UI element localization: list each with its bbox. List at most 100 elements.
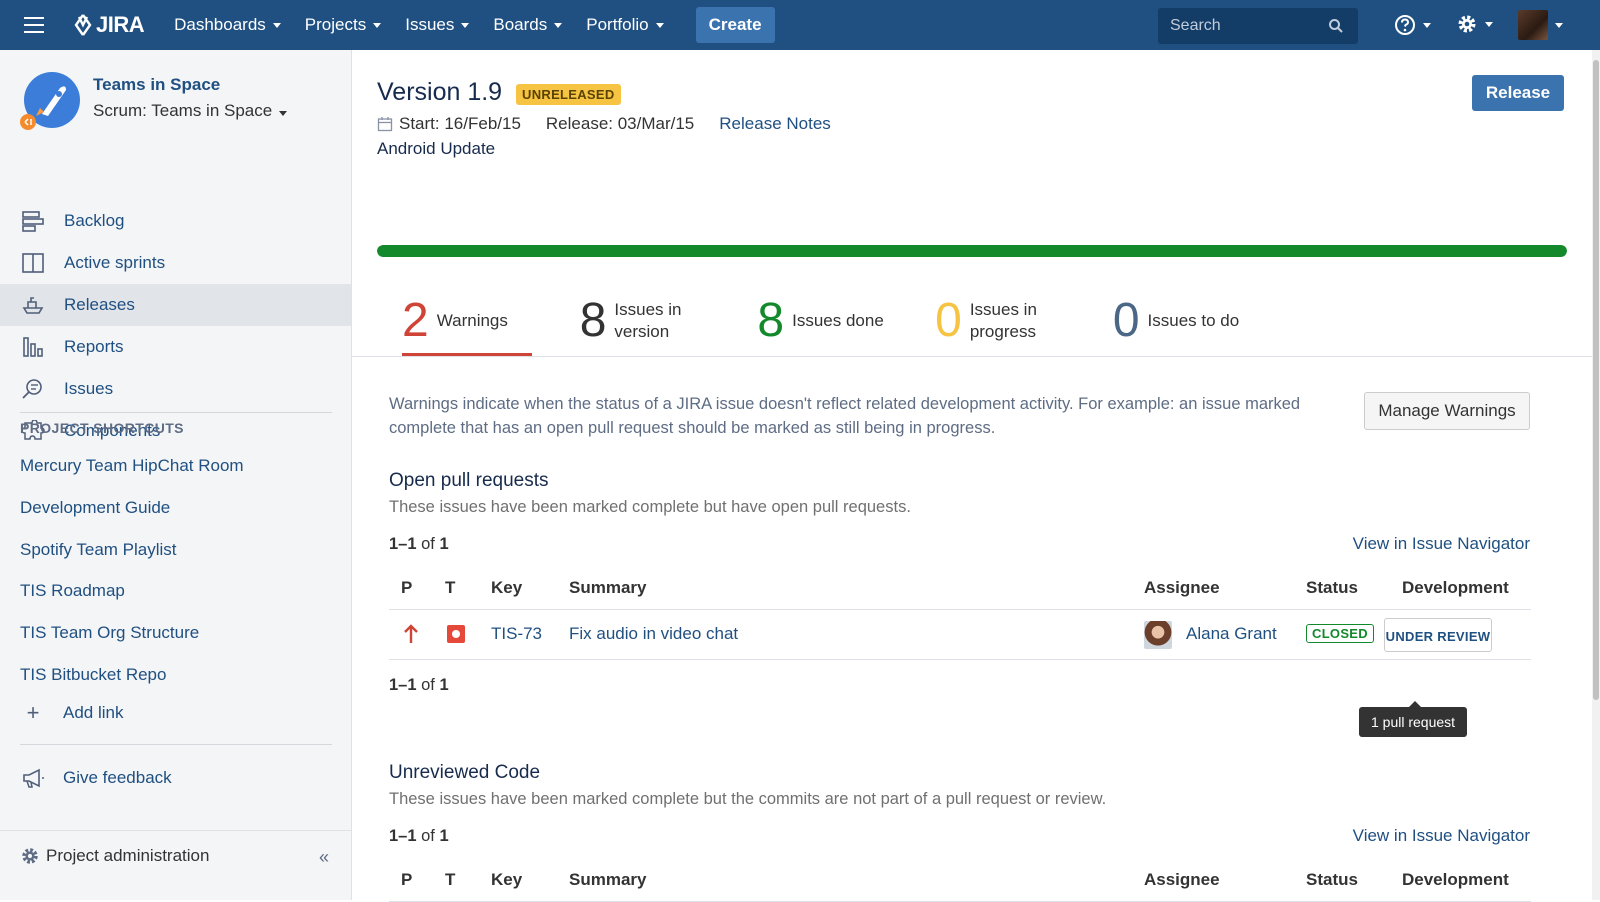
jira-logo[interactable]: JIRA bbox=[72, 12, 145, 38]
scrollbar-thumb[interactable] bbox=[1593, 60, 1599, 700]
nav-projects[interactable]: Projects bbox=[293, 0, 393, 50]
issue-summary-link[interactable]: Fix audio in video chat bbox=[569, 624, 738, 644]
chevron-down-icon bbox=[1485, 21, 1493, 27]
chevron-down-icon bbox=[279, 111, 288, 116]
add-link-button[interactable]: + Add link bbox=[20, 700, 124, 726]
result-count: 1–1 of 1 bbox=[389, 827, 449, 845]
progress-fill bbox=[377, 245, 1567, 257]
project-header: Teams in Space Scrum: Teams in Space bbox=[20, 72, 288, 132]
reports-icon bbox=[20, 334, 46, 360]
version-stats: 2 Warnings 8 Issues in version 8 Issues … bbox=[377, 288, 1291, 356]
shortcut-tis-roadmap[interactable]: TIS Roadmap bbox=[20, 581, 125, 601]
assignee-link[interactable]: Alana Grant bbox=[1186, 624, 1277, 644]
table-row: TIS-73 Fix audio in video chat Alana Gra… bbox=[389, 610, 1531, 660]
project-administration[interactable]: Project administration « bbox=[0, 830, 351, 880]
chevron-down-icon bbox=[655, 22, 664, 28]
view-in-issue-navigator-link[interactable]: View in Issue Navigator bbox=[1353, 534, 1530, 554]
project-sidebar: Teams in Space Scrum: Teams in Space Bac… bbox=[0, 50, 352, 900]
nav-dashboards[interactable]: Dashboards bbox=[162, 0, 293, 50]
table-header: P T Key Summary Assignee Status Developm… bbox=[389, 566, 1531, 610]
chevron-down-icon bbox=[272, 22, 281, 28]
sidebar-nav: Backlog Active sprints Releases Reports … bbox=[0, 200, 351, 452]
sidebar-item-backlog[interactable]: Backlog bbox=[0, 200, 351, 242]
nav-boards[interactable]: Boards bbox=[481, 0, 574, 50]
chevron-down-icon bbox=[1555, 22, 1563, 28]
unreviewed-code-subtitle: These issues have been marked complete b… bbox=[389, 790, 1107, 808]
chevron-down-icon bbox=[373, 22, 382, 28]
sidebar-divider bbox=[20, 412, 332, 413]
warnings-description: Warnings indicate when the status of a J… bbox=[389, 395, 1301, 437]
sidebar-item-active-sprints[interactable]: Active sprints bbox=[0, 242, 351, 284]
manage-warnings-button[interactable]: Manage Warnings bbox=[1364, 392, 1530, 430]
version-description: Android Update bbox=[377, 139, 496, 158]
search-input[interactable] bbox=[1170, 17, 1320, 35]
project-name[interactable]: Teams in Space bbox=[93, 75, 220, 95]
unreviewed-code-title: Unreviewed Code bbox=[389, 762, 541, 783]
table-header: P T Key Summary Assignee Status Developm… bbox=[389, 858, 1531, 902]
stat-issues-done[interactable]: 8 Issues done bbox=[757, 288, 887, 354]
sidebar-item-releases[interactable]: Releases bbox=[0, 284, 351, 326]
gear-icon bbox=[1458, 15, 1476, 33]
version-title: Version 1.9 bbox=[377, 78, 503, 106]
shortcut-spotify-playlist[interactable]: Spotify Team Playlist bbox=[20, 540, 177, 560]
shortcuts-heading: PROJECT SHORTCUTS bbox=[20, 420, 184, 436]
priority-highest-icon bbox=[404, 624, 418, 643]
plus-icon: + bbox=[26, 700, 40, 725]
project-avatar[interactable] bbox=[20, 72, 80, 132]
menu-icon[interactable] bbox=[24, 0, 60, 50]
development-status-button[interactable]: UNDER REVIEW bbox=[1384, 618, 1492, 652]
search-icon[interactable] bbox=[1328, 18, 1344, 34]
user-menu[interactable] bbox=[1518, 10, 1563, 40]
status-lozenge: CLOSED bbox=[1306, 624, 1374, 643]
nav-portfolio[interactable]: Portfolio bbox=[574, 0, 675, 50]
stat-issues-in-progress[interactable]: 0 Issues in progress bbox=[935, 288, 1065, 354]
view-in-issue-navigator-link[interactable]: View in Issue Navigator bbox=[1353, 826, 1530, 846]
version-meta: Start: 16/Feb/15 Release: 03/Mar/15 Rele… bbox=[377, 114, 831, 134]
rocket-icon bbox=[20, 72, 80, 130]
settings-menu[interactable] bbox=[1456, 13, 1493, 35]
stat-issues-in-version[interactable]: 8 Issues in version bbox=[580, 288, 710, 354]
shortcut-development-guide[interactable]: Development Guide bbox=[20, 498, 170, 518]
sidebar-divider bbox=[20, 744, 332, 745]
release-notes-link[interactable]: Release Notes bbox=[719, 114, 831, 134]
page-scrollbar[interactable] bbox=[1592, 50, 1600, 900]
logo-text: JIRA bbox=[96, 12, 145, 37]
user-avatar bbox=[1518, 10, 1548, 40]
main-content: Version 1.9 UNRELEASED Release Start: 16… bbox=[352, 50, 1600, 902]
jira-logo-icon bbox=[74, 14, 92, 36]
result-count: 1–1 of 1 bbox=[389, 535, 449, 553]
open-pull-requests-subtitle: These issues have been marked complete b… bbox=[389, 498, 911, 516]
shortcut-org-structure[interactable]: TIS Team Org Structure bbox=[20, 623, 199, 643]
shortcut-bitbucket-repo[interactable]: TIS Bitbucket Repo bbox=[20, 665, 166, 685]
result-count: 1–1 of 1 bbox=[389, 676, 449, 694]
give-feedback-link[interactable]: Give feedback bbox=[20, 767, 172, 789]
issue-key-link[interactable]: TIS-73 bbox=[491, 624, 542, 644]
release-button[interactable]: Release bbox=[1472, 75, 1564, 111]
stat-warnings[interactable]: 2 Warnings bbox=[402, 288, 532, 356]
sidebar-item-issues[interactable]: Issues bbox=[0, 368, 351, 410]
search-box bbox=[1158, 8, 1358, 44]
shortcut-hipchat-room[interactable]: Mercury Team HipChat Room bbox=[20, 456, 244, 476]
pull-request-tooltip: 1 pull request bbox=[1359, 701, 1468, 737]
start-date: Start: 16/Feb/15 bbox=[399, 114, 521, 133]
top-navigation-bar: JIRA Dashboards Projects Issues Boards P… bbox=[0, 0, 1600, 50]
board-selector[interactable]: Scrum: Teams in Space bbox=[93, 101, 288, 121]
main-nav: Dashboards Projects Issues Boards Portfo… bbox=[162, 0, 675, 50]
status-badge: UNRELEASED bbox=[516, 84, 621, 105]
help-menu[interactable] bbox=[1394, 14, 1431, 36]
megaphone-icon bbox=[20, 767, 46, 789]
release-date: Release: 03/Mar/15 bbox=[545, 114, 695, 133]
create-button[interactable]: Create bbox=[695, 7, 775, 43]
sidebar-item-reports[interactable]: Reports bbox=[0, 326, 351, 368]
bug-icon bbox=[447, 625, 465, 643]
collapse-sidebar-button[interactable]: « bbox=[319, 847, 329, 868]
nav-issues[interactable]: Issues bbox=[393, 0, 481, 50]
chevron-down-icon bbox=[1423, 22, 1431, 28]
releases-icon bbox=[20, 292, 46, 318]
sprints-icon bbox=[20, 250, 46, 276]
chevron-down-icon bbox=[554, 22, 563, 28]
backlog-icon bbox=[20, 208, 46, 234]
issues-icon bbox=[20, 376, 46, 402]
stat-issues-to-do[interactable]: 0 Issues to do bbox=[1113, 288, 1243, 354]
version-progress-bar bbox=[377, 245, 1567, 257]
